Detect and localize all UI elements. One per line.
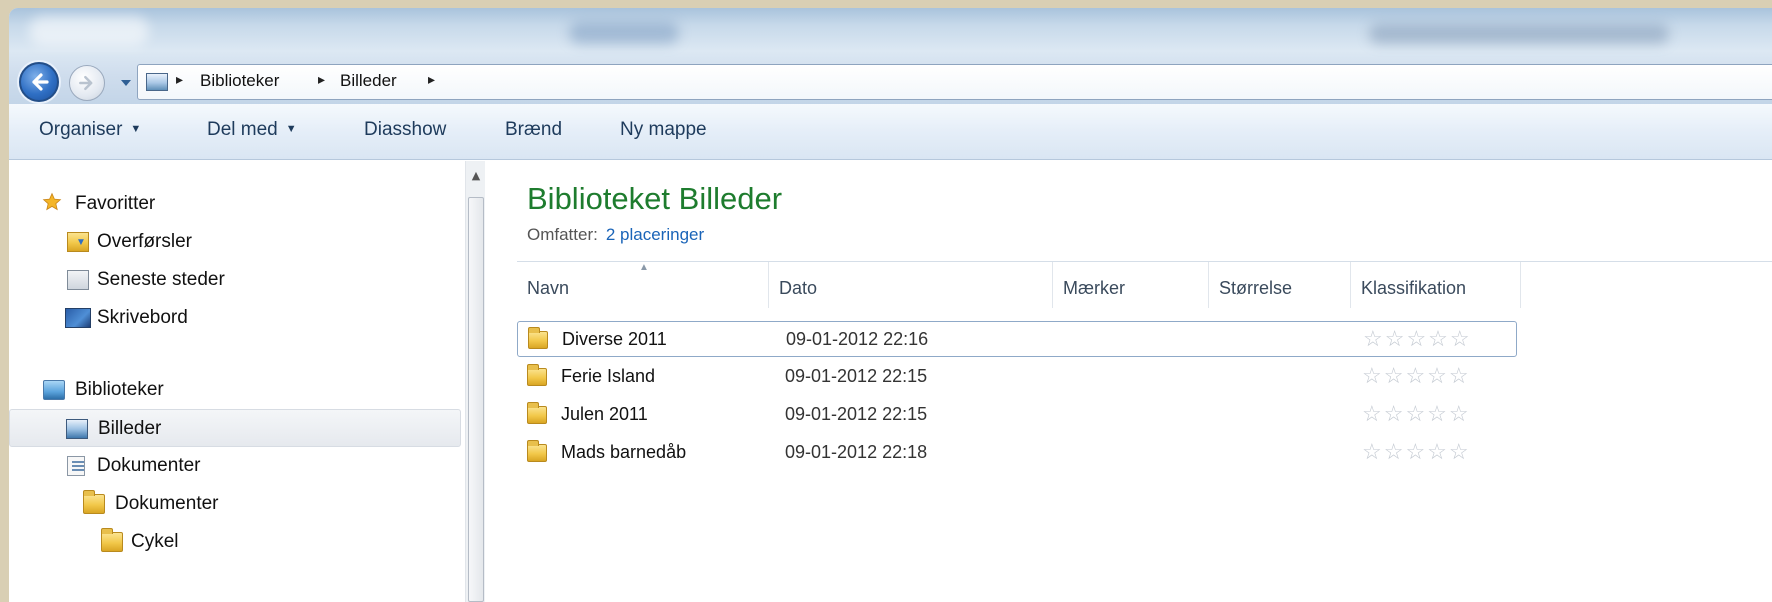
nav-documents[interactable]: Dokumenter [9, 447, 461, 485]
sort-ascending-icon: ▲ [639, 262, 649, 273]
new-folder-button[interactable]: Ny mappe [620, 119, 707, 141]
rating-stars[interactable]: ☆☆☆☆☆ [1362, 363, 1471, 389]
pictures-library-icon [146, 73, 168, 91]
nav-cycle-folder-label: Cykel [131, 531, 179, 552]
folder-icon [101, 528, 123, 552]
forward-button[interactable] [69, 65, 105, 101]
rating-stars[interactable]: ☆☆☆☆☆ [1362, 439, 1471, 465]
file-date: 09-01-2012 22:15 [785, 404, 928, 424]
nav-desktop[interactable]: Skrivebord [9, 299, 461, 337]
rating-stars[interactable]: ☆☆☆☆☆ [1362, 401, 1471, 427]
slideshow-button[interactable]: Diasshow [364, 119, 446, 141]
title-glass-highlight [29, 16, 149, 46]
column-tags[interactable]: Mærker [1053, 262, 1209, 308]
nav-favorites[interactable]: Favoritter [9, 185, 461, 223]
breadcrumb-separator-icon[interactable]: ▸ [318, 72, 325, 88]
libraries-icon [43, 380, 65, 400]
nav-documents-folder[interactable]: Dokumenter [9, 485, 461, 523]
library-includes: Omfatter: 2 placeringer [527, 225, 704, 245]
column-date[interactable]: Dato [769, 262, 1053, 308]
recent-pages-dropdown[interactable] [119, 76, 133, 90]
file-row[interactable]: Diverse 2011 09-01-2012 22:16 ☆☆☆☆☆ [517, 321, 1517, 357]
folder-icon [527, 402, 547, 424]
desktop-icon [65, 308, 91, 328]
folder-icon [527, 364, 547, 386]
share-label: Del med [207, 119, 278, 140]
recent-places-icon [67, 270, 89, 290]
nav-desktop-label: Skrivebord [97, 307, 188, 328]
column-date-label: Dato [779, 278, 818, 298]
column-size-label: Størrelse [1219, 278, 1293, 298]
title-glass-blur [569, 22, 679, 44]
nav-documents-folder-label: Dokumenter [115, 493, 219, 514]
column-name[interactable]: ▲ Navn [517, 262, 769, 308]
breadcrumb-libraries[interactable]: Biblioteker [200, 71, 279, 91]
nav-downloads[interactable]: Overførsler [9, 223, 461, 261]
nav-libraries[interactable]: Biblioteker [9, 371, 461, 409]
share-menu-button[interactable]: Del med ▼ [207, 119, 297, 141]
nav-cycle-folder[interactable]: Cykel [9, 523, 461, 561]
file-name: Diverse 2011 [562, 329, 667, 349]
organise-label: Organiser [39, 119, 123, 140]
nav-recent-places-label: Seneste steder [97, 269, 225, 290]
file-name: Mads barnedåb [561, 442, 687, 462]
forward-arrow-icon [79, 75, 93, 91]
scroll-up-arrow-icon[interactable]: ▲ [466, 169, 486, 182]
breadcrumb-pictures[interactable]: Billeder [340, 71, 397, 91]
nav-pictures[interactable]: Billeder [9, 409, 461, 447]
rating-stars[interactable]: ☆☆☆☆☆ [1363, 326, 1472, 352]
library-title: Biblioteket Billeder [527, 181, 783, 216]
column-rating[interactable]: Klassifikation [1351, 262, 1521, 308]
file-name: Ferie Island [561, 366, 656, 386]
star-icon [42, 192, 62, 211]
column-size[interactable]: Størrelse [1209, 262, 1351, 308]
navigation-pane: Favoritter Overførsler Seneste steder Sk… [9, 161, 461, 602]
back-arrow-icon [32, 73, 49, 91]
burn-label: Brænd [505, 119, 563, 140]
column-rating-label: Klassifikation [1361, 278, 1467, 298]
nav-favorites-label: Favoritter [75, 193, 156, 214]
includes-locations-link[interactable]: 2 placeringer [606, 225, 704, 244]
downloads-folder-icon [67, 232, 89, 252]
column-tags-label: Mærker [1063, 278, 1125, 298]
file-row[interactable]: Julen 2011 09-01-2012 22:15 ☆☆☆☆☆ [517, 397, 1517, 433]
folder-icon [528, 327, 548, 349]
content-pane: Biblioteket Billeder Omfatter: 2 placerin… [487, 161, 1772, 602]
includes-label: Omfatter: [527, 225, 598, 244]
file-name: Julen 2011 [561, 404, 648, 424]
file-date: 09-01-2012 22:18 [785, 442, 928, 462]
navigation-scrollbar[interactable]: ▲ [465, 161, 485, 602]
pictures-library-icon [66, 419, 88, 439]
back-button[interactable] [19, 62, 59, 102]
command-bar: Organiser ▼ Del med ▼ Diasshow Brænd Ny ma… [9, 104, 1772, 160]
folder-icon [527, 440, 547, 462]
breadcrumb-separator-icon[interactable]: ▸ [176, 72, 183, 88]
nav-downloads-label: Overførsler [97, 231, 192, 252]
explorer-window: ▸ Biblioteker ▸ Billeder ▸ Organiser ▼ De… [9, 8, 1772, 602]
nav-documents-label: Dokumenter [97, 455, 201, 476]
organise-menu-button[interactable]: Organiser ▼ [39, 119, 141, 141]
nav-libraries-label: Biblioteker [75, 379, 164, 400]
breadcrumb-separator-icon[interactable]: ▸ [428, 72, 435, 88]
file-row[interactable]: Ferie Island 09-01-2012 22:15 ☆☆☆☆☆ [517, 359, 1517, 395]
window-title-blur [1369, 24, 1669, 44]
address-bar[interactable]: ▸ Biblioteker ▸ Billeder ▸ [137, 64, 1772, 100]
nav-recent-places[interactable]: Seneste steder [9, 261, 461, 299]
new-folder-label: Ny mappe [620, 119, 707, 140]
column-header: ▲ Navn Dato Mærker Størrelse Klassifikat… [517, 261, 1772, 308]
column-name-label: Navn [527, 278, 570, 298]
slideshow-label: Diasshow [364, 119, 447, 140]
folder-icon [83, 490, 105, 514]
file-date: 09-01-2012 22:16 [786, 329, 929, 349]
title-bar: ▸ Biblioteker ▸ Billeder ▸ [9, 8, 1772, 104]
documents-library-icon [67, 456, 85, 476]
scrollbar-thumb[interactable] [468, 197, 484, 602]
file-row[interactable]: Mads barnedåb 09-01-2012 22:18 ☆☆☆☆☆ [517, 435, 1517, 471]
chevron-down-icon: ▼ [130, 123, 142, 135]
chevron-down-icon: ▼ [285, 123, 297, 135]
file-date: 09-01-2012 22:15 [785, 366, 928, 386]
nav-pictures-label: Billeder [98, 418, 162, 439]
chevron-down-icon [121, 80, 131, 86]
burn-button[interactable]: Brænd [505, 119, 562, 141]
